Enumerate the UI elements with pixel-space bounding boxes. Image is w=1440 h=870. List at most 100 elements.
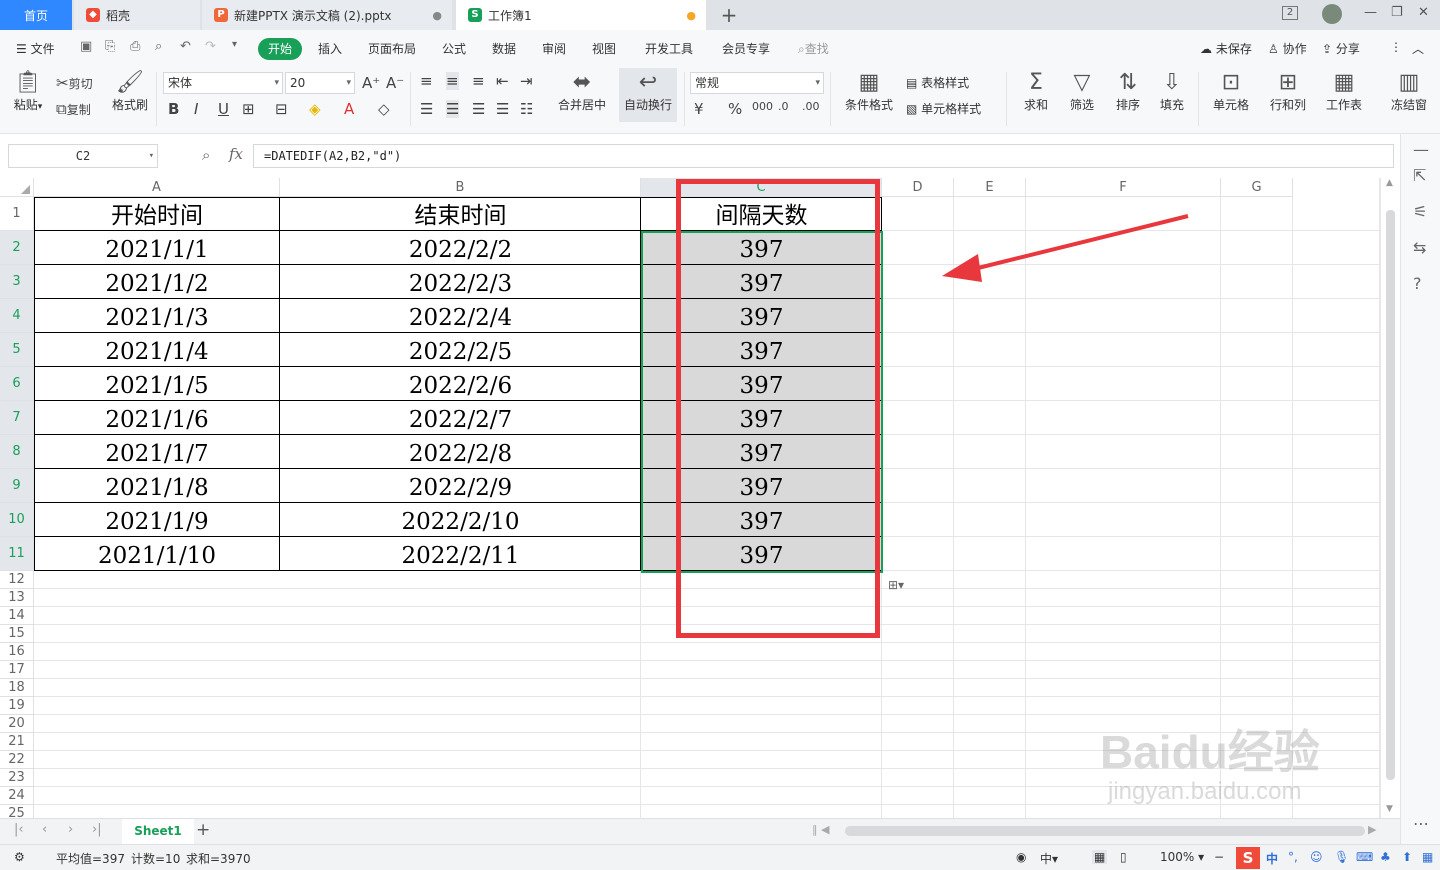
ime-menu-icon[interactable]: ▦ — [1422, 850, 1433, 864]
row-header-25[interactable]: 25 — [0, 805, 34, 818]
row-header-14[interactable]: 14 — [0, 607, 34, 625]
unsaved-cloud-button[interactable]: ☁ 未保存 — [1200, 40, 1252, 57]
table-cell[interactable]: 397 — [641, 503, 882, 537]
macro-record-icon[interactable]: ⚙ — [14, 850, 25, 864]
hscroll-left-icon[interactable]: ‖ ◀ — [812, 823, 829, 836]
table-header-cell[interactable]: 间隔天数 — [641, 197, 882, 231]
ime-upload-icon[interactable]: ⬆ — [1402, 850, 1412, 864]
table-style-button[interactable]: ▤ 表格样式 — [906, 74, 969, 91]
filter-button[interactable]: ▽ 筛选 — [1062, 70, 1102, 113]
font-size-select[interactable]: 20 ▾ — [285, 72, 355, 94]
scroll-down-icon[interactable]: ▼ — [1386, 804, 1393, 814]
row-header-19[interactable]: 19 — [0, 697, 34, 715]
collapse-ribbon-icon[interactable]: ︿ — [1412, 40, 1424, 57]
menu-page-layout[interactable]: 页面布局 — [368, 40, 416, 57]
row-col-button[interactable]: ⊞ 行和列 — [1262, 70, 1314, 113]
justify-icon[interactable]: ☰ — [496, 100, 509, 118]
font-color-icon[interactable]: A — [344, 100, 354, 118]
align-center-icon[interactable]: ☰ — [446, 100, 460, 118]
row-header-12[interactable]: 12 — [0, 571, 34, 589]
row-header-17[interactable]: 17 — [0, 661, 34, 679]
increase-font-icon[interactable]: A⁺ — [362, 74, 380, 92]
column-header-e[interactable]: E — [954, 178, 1026, 197]
ime-emoji-icon[interactable]: ☺ — [1310, 850, 1323, 864]
menu-developer[interactable]: 开发工具 — [645, 40, 693, 57]
tab-pptx[interactable]: P 新建PPTX 演示文稿 (2).pptx ● — [202, 0, 452, 30]
table-cell[interactable]: 2021/1/9 — [34, 503, 280, 537]
align-right-icon[interactable]: ☰ — [472, 100, 485, 118]
align-bottom-icon[interactable]: ≡ — [472, 72, 485, 90]
ime-keyboard-icon[interactable]: ⌨ — [1356, 850, 1373, 864]
table-cell[interactable]: 2021/1/4 — [34, 333, 280, 367]
share-button[interactable]: ⇪ 分享 — [1322, 40, 1360, 57]
close-window-icon[interactable]: ✕ — [1418, 5, 1429, 20]
menu-insert[interactable]: 插入 — [318, 40, 342, 57]
hscroll-right-icon[interactable]: ▶ — [1368, 823, 1376, 836]
row-header-24[interactable]: 24 — [0, 787, 34, 805]
paste-options-icon[interactable]: ⊞▾ — [888, 578, 904, 592]
next-sheet-icon[interactable]: › — [68, 822, 73, 837]
fill-button[interactable]: ⇩ 填充 — [1152, 70, 1192, 113]
row-header-23[interactable]: 23 — [0, 769, 34, 787]
zoom-out-icon[interactable]: − — [1214, 850, 1224, 864]
cell-button[interactable]: ⊡ 单元格 — [1206, 70, 1256, 113]
tab-workbook[interactable]: S 工作簿1 ● — [456, 0, 706, 30]
table-cell[interactable]: 2022/2/4 — [280, 299, 641, 333]
merge-center-button[interactable]: ⬌ 合并居中 — [552, 70, 612, 113]
sogou-ime-icon[interactable]: S — [1236, 847, 1260, 869]
table-cell[interactable]: 397 — [641, 537, 882, 571]
table-cell[interactable]: 397 — [641, 469, 882, 503]
wrap-text-button[interactable]: ↩ 自动换行 — [619, 68, 677, 122]
column-header-c[interactable]: C — [641, 178, 882, 197]
transform-icon[interactable]: ⇆ — [1413, 238, 1426, 257]
underline-icon[interactable]: U — [218, 100, 229, 118]
row-header-5[interactable]: 5 — [0, 333, 34, 367]
last-sheet-icon[interactable]: ›| — [92, 822, 102, 837]
row-header-7[interactable]: 7 — [0, 401, 34, 435]
paste-button[interactable]: 📋︎ 粘贴▾ — [8, 70, 48, 113]
user-avatar[interactable] — [1322, 4, 1342, 24]
scroll-up-icon[interactable]: ▲ — [1386, 178, 1393, 188]
print-icon[interactable]: ⎙ — [130, 39, 140, 54]
vertical-scrollbar[interactable]: ▲ ▼ — [1380, 178, 1400, 818]
menu-formula[interactable]: 公式 — [442, 40, 466, 57]
thousands-icon[interactable]: 000 — [752, 98, 773, 116]
ime-punct-icon[interactable]: °, — [1288, 850, 1298, 864]
worksheet-button[interactable]: ▦ 工作表 — [1318, 70, 1370, 113]
table-cell[interactable]: 397 — [641, 231, 882, 265]
row-header-13[interactable]: 13 — [0, 589, 34, 607]
redo-icon[interactable]: ↷ — [205, 39, 216, 54]
row-header-18[interactable]: 18 — [0, 679, 34, 697]
normal-view-icon[interactable]: ▦ — [1092, 850, 1108, 864]
italic-icon[interactable]: I — [194, 100, 198, 118]
table-cell[interactable]: 2022/2/3 — [280, 265, 641, 299]
first-sheet-icon[interactable]: |‹ — [14, 822, 24, 837]
indent-increase-icon[interactable]: ⇥ — [520, 72, 533, 90]
table-cell[interactable]: 2021/1/3 — [34, 299, 280, 333]
collapse-panel-icon[interactable]: — — [1413, 140, 1429, 159]
table-cell[interactable]: 397 — [641, 435, 882, 469]
sort-button[interactable]: ⇅ 排序 — [1108, 70, 1148, 113]
ime-voice-icon[interactable]: 🎙︎ — [1334, 850, 1349, 864]
table-cell[interactable]: 2022/2/5 — [280, 333, 641, 367]
table-cell[interactable]: 397 — [641, 333, 882, 367]
distributed-icon[interactable]: ☷ — [520, 100, 533, 118]
menu-view[interactable]: 视图 — [592, 40, 616, 57]
align-middle-icon[interactable]: ≡ — [446, 72, 459, 90]
table-cell[interactable]: 397 — [641, 367, 882, 401]
tab-daoke[interactable]: ◆ 稻壳 — [74, 0, 200, 30]
table-header-cell[interactable]: 结束时间 — [280, 197, 641, 231]
copy-button[interactable]: ⧉复制 — [56, 100, 91, 119]
restore-icon[interactable]: ❐ — [1391, 5, 1403, 20]
vertical-scroll-thumb[interactable] — [1386, 210, 1395, 780]
ime-skin-icon[interactable]: ♣ — [1380, 850, 1391, 864]
number-format-select[interactable]: 常规 ▾ — [690, 72, 824, 94]
settings-sliders-icon[interactable]: ⚟ — [1413, 202, 1427, 221]
table-cell[interactable]: 2022/2/9 — [280, 469, 641, 503]
row-header-2[interactable]: 2 — [0, 231, 34, 265]
minimize-icon[interactable]: — — [1364, 5, 1377, 20]
fill-color-icon[interactable]: ◈ — [309, 100, 321, 118]
currency-icon[interactable]: ¥ — [694, 100, 704, 118]
clear-format-icon[interactable]: ◇ — [378, 100, 390, 118]
column-header-b[interactable]: B — [280, 178, 641, 197]
